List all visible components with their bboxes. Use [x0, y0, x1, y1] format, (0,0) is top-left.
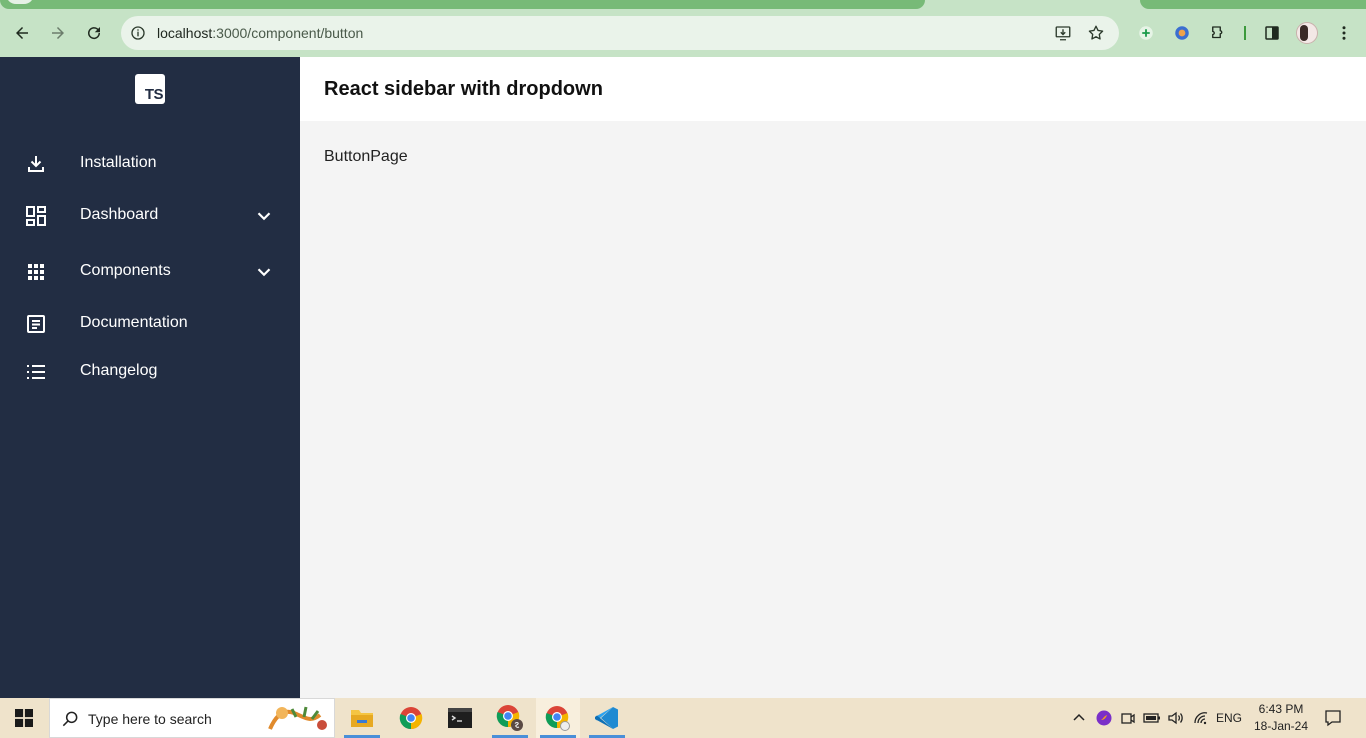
extension-plus-icon[interactable] [1134, 21, 1158, 45]
reload-button[interactable] [80, 19, 108, 47]
chevron-down-icon[interactable] [253, 261, 275, 283]
video-camera-icon [1121, 713, 1135, 724]
sidebar: TS Installation Dashboard Components Doc… [0, 57, 300, 698]
sidebar-item-installation[interactable]: Installation [0, 144, 300, 184]
side-panel-icon[interactable] [1260, 21, 1284, 45]
tray-meet-icon[interactable] [1117, 698, 1139, 738]
search-icon [60, 709, 80, 729]
clock-date: 18-Jan-24 [1253, 719, 1309, 733]
taskbar-vscode[interactable] [585, 698, 629, 738]
browser-toolbar: localhost:3000/component/button [0, 9, 1366, 57]
notifications-button[interactable] [1320, 698, 1346, 738]
windows-logo-icon [15, 709, 33, 727]
sidebar-item-label: Documentation [80, 314, 188, 331]
profile-avatar[interactable] [1295, 21, 1319, 45]
tray-clock[interactable]: 6:43 PM 18-Jan-24 [1248, 701, 1314, 735]
chevron-down-icon[interactable] [253, 205, 275, 227]
tray-language[interactable]: ENG [1214, 698, 1244, 738]
site-info-icon[interactable] [129, 24, 147, 42]
forward-button[interactable] [44, 19, 72, 47]
extension-vpn-icon[interactable] [1170, 21, 1194, 45]
sidebar-item-dashboard[interactable]: Dashboard [0, 196, 300, 236]
toolbar-separator [1244, 26, 1246, 40]
list-icon [24, 360, 48, 384]
dashboard-icon [24, 204, 48, 228]
tray-network[interactable] [1190, 698, 1212, 738]
chrome-icon [545, 706, 570, 731]
taskbar-search[interactable]: Type here to search [49, 698, 335, 738]
clock-time: 6:43 PM [1258, 702, 1304, 716]
apps-grid-icon [24, 260, 48, 284]
avatar-image [1296, 22, 1318, 44]
sidebar-item-changelog[interactable]: Changelog [0, 352, 300, 392]
logo-text: TS [144, 86, 164, 103]
show-hidden-icons[interactable] [1068, 698, 1090, 738]
arrow-right-icon [52, 27, 64, 39]
wifi-icon [1194, 712, 1208, 725]
document-icon [24, 312, 48, 336]
tab-strip-background [0, 0, 925, 9]
ts-logo[interactable]: TS [135, 74, 165, 104]
taskbar-chrome-active[interactable] [536, 698, 580, 738]
terminal-icon [448, 708, 472, 728]
url-host: localhost [157, 25, 213, 41]
windows-taskbar: Type here to search ENG 6:43 PM 18-Jan-2… [0, 698, 1366, 738]
sidebar-item-label: Components [80, 262, 171, 279]
back-button[interactable] [8, 19, 36, 47]
sidebar-item-components[interactable]: Components [0, 252, 300, 292]
url-path: :3000/component/button [212, 25, 364, 41]
taskbar-chrome[interactable] [389, 698, 433, 738]
page-content-text: ButtonPage [324, 148, 408, 165]
url-text[interactable]: localhost:3000/component/button [157, 25, 363, 41]
address-bar[interactable]: localhost:3000/component/button [121, 16, 1119, 50]
taskbar-chrome-profile-s[interactable] [488, 698, 532, 738]
vscode-icon [595, 707, 618, 729]
download-icon [24, 152, 48, 176]
taskbar-file-explorer[interactable] [340, 698, 384, 738]
taskbar-terminal[interactable] [438, 698, 482, 738]
sidebar-item-label: Installation [80, 154, 157, 171]
tray-volume[interactable] [1165, 698, 1187, 738]
tray-battery[interactable] [1141, 698, 1163, 738]
app-header: React sidebar with dropdown [300, 57, 1366, 121]
battery-icon [1143, 713, 1160, 723]
main-content: ButtonPage [300, 121, 1366, 698]
chrome-profile-icon [496, 705, 523, 731]
sidebar-item-label: Changelog [80, 362, 158, 379]
extensions-puzzle-icon[interactable] [1206, 21, 1230, 45]
sidebar-item-label: Dashboard [80, 206, 159, 223]
search-highlight-illustration-icon [268, 706, 327, 730]
page-title: React sidebar with dropdown [324, 78, 603, 100]
chevron-up-icon [1073, 713, 1085, 721]
bookmark-star-icon[interactable] [1086, 23, 1106, 43]
chrome-icon [399, 707, 423, 730]
tab-strip-background-right [1140, 0, 1366, 9]
install-app-icon[interactable] [1053, 23, 1073, 43]
speaker-icon [1168, 711, 1183, 725]
tray-app-icon[interactable] [1093, 698, 1115, 738]
sidebar-item-documentation[interactable]: Documentation [0, 304, 300, 344]
more-vertical-icon [1342, 26, 1346, 40]
reload-icon [88, 27, 101, 40]
colorful-app-icon [1096, 710, 1112, 726]
search-placeholder: Type here to search [88, 711, 212, 727]
browser-menu-button[interactable] [1332, 21, 1356, 45]
folder-icon [351, 710, 373, 727]
notification-icon [1325, 710, 1341, 727]
arrow-left-icon [16, 27, 28, 39]
start-button[interactable] [0, 698, 48, 738]
